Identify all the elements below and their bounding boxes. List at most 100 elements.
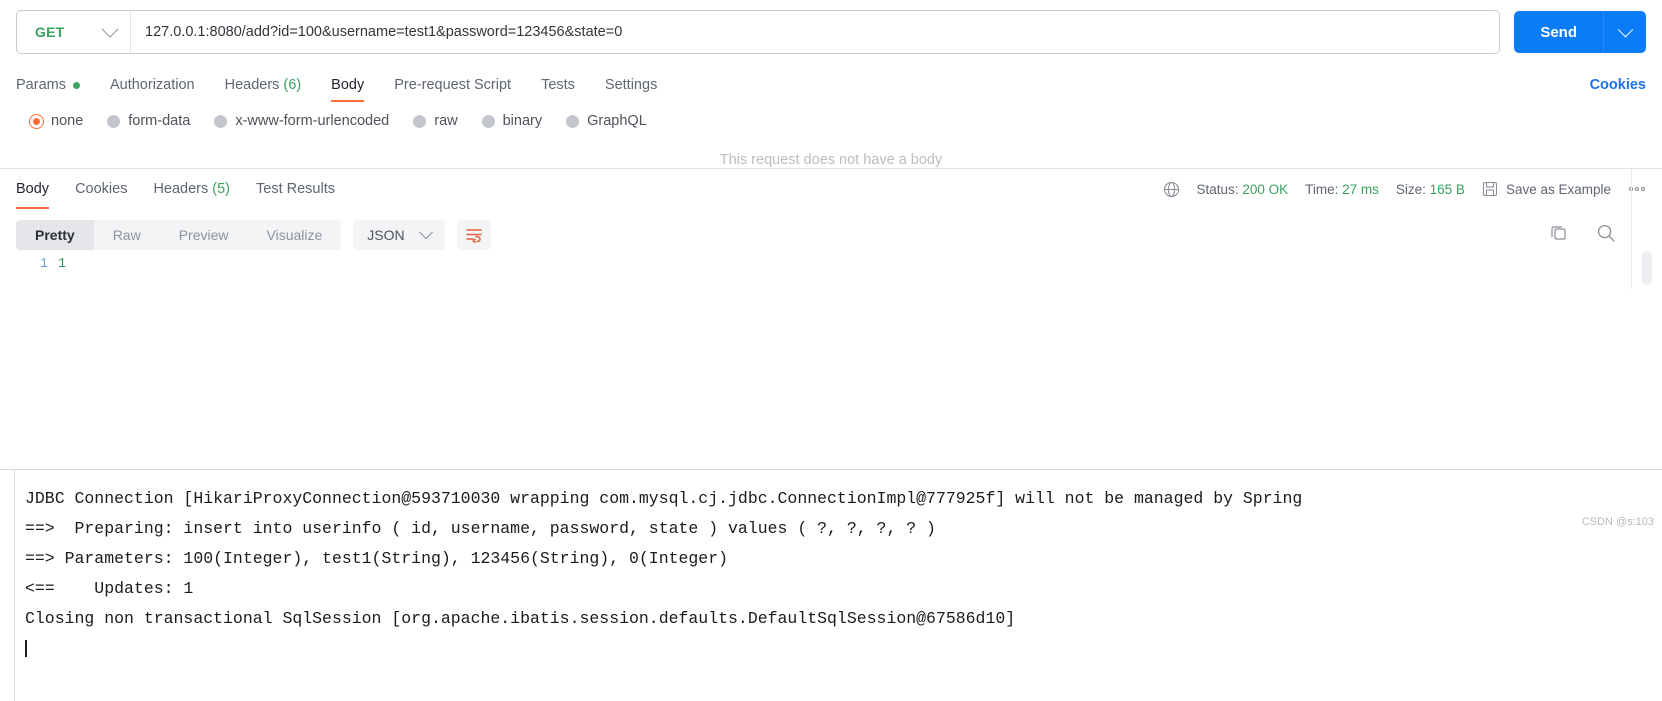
body-type-x-www-form-urlencoded-label: x-www-form-urlencoded [235, 113, 390, 129]
size-value: 165 B [1429, 181, 1465, 197]
status-value: 200 OK [1242, 181, 1289, 197]
tab-params-label: Params [16, 77, 66, 93]
globe-icon[interactable] [1163, 181, 1180, 198]
response-tab-headers-count: (5) [212, 181, 230, 197]
response-tab-headers-label: Headers [153, 181, 209, 197]
tab-authorization[interactable]: Authorization [110, 77, 195, 102]
radio-icon [481, 114, 495, 128]
size-label: Size: [1395, 181, 1426, 197]
body-type-binary[interactable]: binary [481, 113, 543, 129]
view-mode-preview[interactable]: Preview [160, 220, 248, 250]
chevron-down-icon [101, 20, 119, 38]
response-tabs: Body Cookies Headers (5) Test Results St… [0, 169, 1662, 209]
save-as-example-button[interactable]: Save as Example [1482, 181, 1611, 197]
status-badge: Status: 200 OK [1197, 182, 1289, 197]
params-modified-dot-icon [72, 81, 80, 89]
send-group: Send [1514, 11, 1646, 53]
tab-headers[interactable]: Headers (6) [225, 77, 302, 102]
tab-tests-label: Tests [541, 77, 575, 93]
search-icon[interactable] [1596, 223, 1616, 248]
tab-pre-request-script-label: Pre-request Script [394, 77, 512, 93]
response-tab-cookies-label: Cookies [75, 181, 128, 197]
copy-icon[interactable] [1549, 223, 1568, 247]
response-format-label: JSON [367, 227, 405, 243]
line-number-gutter: 1 [39, 257, 48, 272]
time-badge: Time: 27 ms [1305, 182, 1379, 197]
size-badge: Size: 165 B [1396, 182, 1465, 197]
chevron-down-icon [418, 225, 433, 240]
body-type-x-www-form-urlencoded[interactable]: x-www-form-urlencoded [214, 113, 389, 129]
radio-icon [566, 114, 580, 128]
http-method-select[interactable]: GET [17, 11, 131, 53]
body-type-raw-label: raw [434, 113, 458, 129]
body-type-graphql[interactable]: GraphQL [566, 113, 647, 129]
text-cursor-icon [25, 640, 27, 658]
console-gutter-line [14, 470, 15, 701]
http-method-label: GET [35, 24, 65, 40]
console-line: ==> Parameters: 100(Integer), test1(Stri… [25, 549, 729, 568]
body-type-none-label: none [51, 113, 84, 129]
url-input-wrap: GET 127.0.0.1:8080/add?id=100&username=t… [16, 10, 1501, 54]
body-type-form-data-label: form-data [128, 113, 191, 129]
console-line: JDBC Connection [HikariProxyConnection@5… [25, 489, 1303, 508]
time-label: Time: [1305, 181, 1339, 197]
tab-headers-label: Headers [224, 77, 280, 93]
tab-settings-label: Settings [604, 77, 658, 93]
console-caret [0, 634, 1662, 658]
response-meta: Status: 200 OK Time: 27 ms Size: 165 B S… [1163, 181, 1646, 198]
response-tab-test-results[interactable]: Test Results [256, 169, 335, 209]
console-line: ==> Preparing: insert into userinfo ( id… [25, 519, 936, 538]
radio-icon [413, 114, 427, 128]
cookies-link[interactable]: Cookies [1590, 77, 1646, 102]
save-icon [1482, 181, 1498, 197]
response-viewer-toolbar: Pretty Raw Preview Visualize JSON [0, 213, 1662, 257]
radio-icon [214, 114, 228, 128]
response-format-select[interactable]: JSON [353, 220, 445, 250]
response-body-code[interactable]: 1 1 [0, 257, 1662, 287]
response-tab-test-results-label: Test Results [256, 181, 335, 197]
tab-headers-count: (6) [283, 77, 302, 93]
body-type-form-data[interactable]: form-data [107, 113, 190, 129]
watermark: CSDN @s:103 [1581, 516, 1654, 528]
response-view-mode-group: Pretty Raw Preview Visualize [16, 220, 342, 250]
no-body-message: This request does not have a body [719, 152, 943, 168]
body-type-raw[interactable]: raw [413, 113, 458, 129]
time-value: 27 ms [1342, 181, 1379, 197]
wrap-lines-button[interactable] [456, 220, 491, 250]
tab-tests[interactable]: Tests [541, 77, 575, 102]
request-url-bar: GET 127.0.0.1:8080/add?id=100&username=t… [0, 0, 1662, 64]
url-input[interactable]: 127.0.0.1:8080/add?id=100&username=test1… [131, 11, 1499, 53]
response-scroll-divider [1631, 169, 1632, 289]
send-options-button[interactable] [1604, 11, 1646, 53]
response-tab-headers[interactable]: Headers (5) [153, 169, 230, 209]
view-mode-pretty[interactable]: Pretty [16, 220, 94, 250]
response-tab-body-label: Body [16, 181, 50, 197]
send-button[interactable]: Send [1514, 11, 1604, 53]
console-line: Closing non transactional SqlSession [or… [25, 609, 1016, 628]
response-scrollbar[interactable] [1642, 251, 1652, 285]
tab-body-label: Body [331, 77, 365, 93]
view-mode-visualize[interactable]: Visualize [248, 220, 342, 250]
tab-pre-request-script[interactable]: Pre-request Script [394, 77, 511, 102]
request-tabs: Params Authorization Headers (6) Body Pr… [0, 64, 1662, 102]
save-as-example-label: Save as Example [1505, 181, 1611, 197]
status-label: Status: [1196, 181, 1239, 197]
body-type-radio-group: none form-data x-www-form-urlencoded raw… [0, 105, 1662, 137]
response-tab-cookies[interactable]: Cookies [75, 169, 127, 209]
body-type-graphql-label: GraphQL [587, 113, 647, 129]
console-output: JDBC Connection [HikariProxyConnection@5… [0, 469, 1662, 701]
response-body-value: 1 [58, 257, 67, 272]
tab-params[interactable]: Params [16, 77, 80, 102]
tab-body[interactable]: Body [331, 77, 365, 102]
body-type-none[interactable]: none [30, 113, 83, 129]
body-type-binary-label: binary [502, 113, 543, 129]
response-tab-body[interactable]: Body [16, 169, 50, 209]
response-pane: Body Cookies Headers (5) Test Results St… [0, 168, 1662, 701]
console-line: <== Updates: 1 [25, 579, 194, 598]
chevron-down-icon [1617, 21, 1633, 37]
view-mode-raw[interactable]: Raw [94, 220, 160, 250]
tab-authorization-label: Authorization [109, 77, 195, 93]
tab-settings[interactable]: Settings [605, 77, 657, 102]
radio-icon [107, 114, 121, 128]
radio-icon [30, 114, 43, 128]
